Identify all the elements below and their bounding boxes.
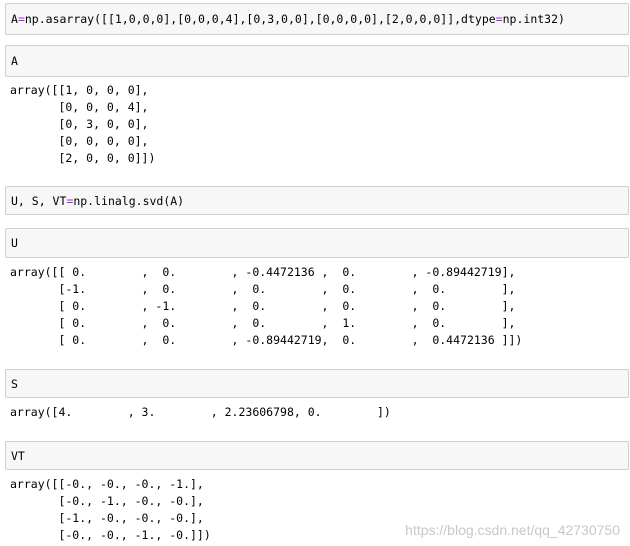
code-expression: np.asarray([[1,0,0,0],[0,0,0,4],[0,3,0,0…: [24, 12, 496, 26]
code-cell-show-s[interactable]: S: [5, 369, 629, 398]
output-u: array([[ 0. , 0. , -0.4472136 , 0. , -0.…: [10, 265, 523, 347]
code-line-show-vt: VT: [11, 448, 25, 463]
code-dtype: np.int32): [502, 12, 565, 26]
watermark-url: https://blog.csdn.net/qq_42730750: [405, 522, 620, 538]
output-vt: array([[-0., -0., -0., -1.], [-0., -1., …: [10, 477, 211, 542]
code-cell-show-vt[interactable]: VT: [5, 441, 629, 470]
kwarg-operator: =: [495, 12, 503, 26]
code-line-show-a: A: [11, 54, 18, 68]
code-cell-svd[interactable]: U, S, VT=np.linalg.svd(A): [5, 186, 629, 215]
svd-targets: U, S, VT: [11, 193, 67, 208]
assign-target: A: [11, 12, 18, 26]
code-cell-show-u[interactable]: U: [5, 228, 629, 258]
code-line-show-u: U: [11, 236, 18, 250]
code-line-show-s: S: [11, 376, 18, 391]
output-a: array([[1, 0, 0, 0], [0, 0, 0, 4], [0, 3…: [10, 83, 156, 165]
code-cell-asarray[interactable]: A=np.asarray([[1,0,0,0],[0,0,0,4],[0,3,0…: [5, 3, 629, 35]
code-line-asarray: A=np.asarray([[1,0,0,0],[0,0,0,4],[0,3,0…: [11, 12, 565, 26]
svd-call: np.linalg.svd(A): [73, 193, 185, 208]
code-cell-show-a[interactable]: A: [5, 45, 629, 77]
assign-operator: =: [17, 12, 25, 26]
output-s: array([4. , 3. , 2.23606798, 0. ]): [10, 405, 391, 419]
code-line-svd: U, S, VT=np.linalg.svd(A): [11, 194, 184, 208]
